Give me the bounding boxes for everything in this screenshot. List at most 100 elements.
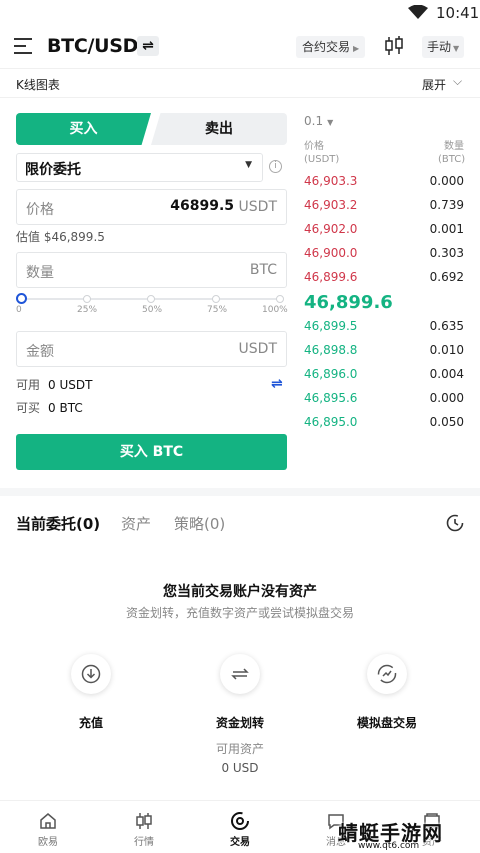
clock: 10:41	[436, 4, 480, 22]
info-icon[interactable]: i	[269, 160, 282, 173]
bid-row[interactable]: 46,895.6 0.000	[304, 391, 464, 407]
available-label: 可用	[16, 378, 41, 392]
nav-trade[interactable]: 交易	[192, 801, 288, 853]
order-type-select[interactable]: 限价委托 ▼	[16, 153, 263, 182]
manual-mode-label: 手动	[427, 40, 452, 54]
ask-row[interactable]: 46,902.0 0.001	[304, 222, 464, 238]
quantity-slider[interactable]: 0 25% 50% 75% 100%	[16, 292, 288, 322]
deposit-icon[interactable]	[71, 654, 111, 694]
price-input[interactable]: 价格 46899.5 USDT	[16, 189, 287, 225]
slider-stop-100[interactable]	[276, 295, 284, 303]
wifi-icon	[408, 5, 428, 19]
caret-right-icon: ▶	[353, 44, 360, 53]
bid-qty: 0.010	[429, 343, 464, 357]
trade-icon	[231, 812, 249, 830]
precision-select[interactable]: 0.1 ▼	[304, 114, 333, 128]
slider-tick: 50%	[142, 305, 163, 315]
market-icon	[136, 813, 152, 829]
site-watermark: 蜻蜓手游网 www.qt6.com	[338, 817, 474, 851]
ask-price: 46,902.0	[304, 222, 358, 236]
nav-home-label: 欧易	[38, 837, 58, 848]
price-placeholder: 价格	[26, 202, 54, 218]
bid-qty: 0.050	[429, 415, 464, 429]
can-buy-value: 0 BTC	[48, 401, 83, 415]
tab-strategy[interactable]: 策略(0)	[174, 513, 225, 534]
watermark-url: www.qt6.com	[358, 841, 420, 851]
buy-btc-button[interactable]: 买入 BTC	[16, 434, 287, 470]
bid-row[interactable]: 46,896.0 0.004	[304, 367, 464, 383]
pair-title[interactable]: BTC/USDT	[47, 35, 151, 57]
ask-price: 46,903.2	[304, 198, 358, 212]
header: BTC/USDT ⇌ 合约交易 ▶ 手动 ▼	[0, 26, 480, 68]
bid-price: 46,899.5	[304, 319, 358, 333]
caret-down-icon: ▼	[453, 44, 460, 53]
amount-input[interactable]: 金额 USDT	[16, 331, 287, 367]
ask-row[interactable]: 46,899.6 0.692	[304, 270, 464, 286]
bid-qty: 0.000	[429, 391, 464, 405]
ask-qty: 0.739	[429, 198, 464, 212]
bid-row[interactable]: 46,899.5 0.635	[304, 319, 464, 335]
precision-value: 0.1	[304, 114, 324, 128]
bid-price: 46,896.0	[304, 367, 358, 381]
transfer-icon[interactable]	[220, 654, 260, 694]
expand-label[interactable]: 展开	[422, 76, 446, 93]
tab-assets[interactable]: 资产	[121, 513, 151, 534]
qty-header-unit: (BTC)	[438, 154, 466, 165]
nav-market-label: 行情	[134, 837, 154, 848]
candlestick-icon[interactable]	[384, 35, 404, 57]
available-assets-value: 0 USD	[221, 761, 259, 775]
kline-toggle-row[interactable]: K线图表 展开 ⌵	[0, 68, 480, 98]
bid-row[interactable]: 46,898.8 0.010	[304, 343, 464, 359]
ask-qty: 0.000	[429, 174, 464, 188]
amount-unit: USDT	[238, 341, 277, 357]
buy-tab[interactable]: 买入	[16, 113, 151, 145]
last-price[interactable]: 46,899.6	[304, 292, 393, 313]
slider-stop-75[interactable]	[212, 295, 220, 303]
contract-trade-button[interactable]: 合约交易 ▶	[296, 36, 366, 58]
price-header-label: 价格	[304, 141, 324, 152]
manual-mode-button[interactable]: 手动 ▼	[422, 36, 465, 58]
nav-home[interactable]: 欧易	[0, 801, 96, 853]
home-icon	[40, 813, 56, 829]
kline-label: K线图表	[16, 78, 60, 92]
bid-qty: 0.635	[429, 319, 464, 333]
ask-qty: 0.001	[429, 222, 464, 236]
slider-stop-50[interactable]	[147, 295, 155, 303]
caret-down-icon: ▼	[245, 160, 252, 170]
ask-row[interactable]: 46,903.2 0.739	[304, 198, 464, 214]
nav-trade-label: 交易	[230, 837, 250, 848]
ask-row[interactable]: 46,900.0 0.303	[304, 246, 464, 262]
menu-icon[interactable]	[14, 38, 32, 54]
bid-price: 46,898.8	[304, 343, 358, 357]
chevron-down-icon[interactable]: ⌵	[453, 74, 462, 89]
nav-market[interactable]: 行情	[96, 801, 192, 853]
price-estimate: 估值 $46,899.5	[16, 230, 105, 244]
deposit-label: 充值	[78, 716, 103, 730]
ask-price: 46,900.0	[304, 246, 358, 260]
slider-tick: 100%	[262, 305, 288, 315]
bid-price: 46,895.0	[304, 415, 358, 429]
empty-subtitle: 资金划转，充值数字资产或尝试模拟盘交易	[125, 606, 354, 620]
slider-stop-25[interactable]	[83, 295, 91, 303]
price-value: 46899.5	[170, 198, 234, 214]
contract-trade-label: 合约交易	[302, 40, 351, 54]
sell-tab[interactable]: 卖出	[151, 113, 287, 145]
slider-handle[interactable]	[16, 293, 27, 304]
quantity-input[interactable]: 数量 BTC	[16, 252, 287, 288]
ask-row[interactable]: 46,903.3 0.000	[304, 174, 464, 190]
demo-trade-icon[interactable]	[367, 654, 407, 694]
caret-down-icon: ▼	[327, 118, 334, 127]
swap-pair-icon[interactable]: ⇌	[137, 36, 159, 56]
history-icon[interactable]	[446, 514, 464, 532]
price-unit: USDT	[238, 199, 277, 215]
bid-row[interactable]: 46,895.0 0.050	[304, 415, 464, 431]
price-header: 价格 (USDT)	[304, 140, 339, 166]
qty-header-label: 数量	[444, 141, 464, 152]
ask-price: 46,903.3	[304, 174, 358, 188]
empty-title: 您当前交易账户没有资产	[163, 584, 317, 600]
amount-placeholder: 金额	[26, 344, 54, 360]
transfer-icon[interactable]: ⇌	[271, 376, 283, 392]
tab-current-orders[interactable]: 当前委托(0)	[16, 513, 100, 534]
bid-price: 46,895.6	[304, 391, 358, 405]
available-value: 0 USDT	[48, 378, 93, 392]
